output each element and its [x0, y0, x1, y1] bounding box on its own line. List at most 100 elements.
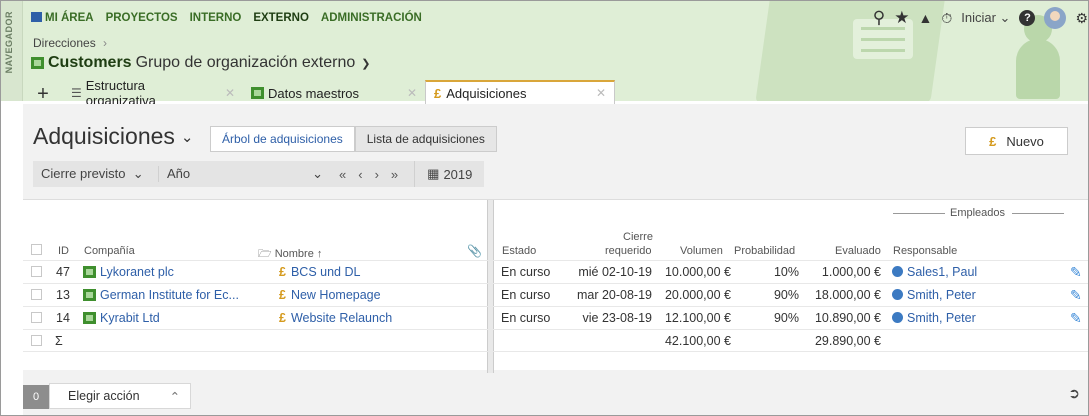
row-probability: 90%	[773, 288, 799, 302]
breadcrumb-item[interactable]: Direcciones	[33, 36, 96, 50]
col-volume[interactable]: Volumen	[680, 245, 723, 257]
breadcrumb-separator: ›	[103, 36, 108, 50]
tab-datos-maestros[interactable]: Datos maestros ✕	[243, 82, 425, 104]
tab-arbol-adquisiciones[interactable]: Árbol de adquisiciones	[210, 126, 355, 152]
col-company[interactable]: Compañía	[84, 245, 135, 257]
table-row[interactable]: 14 Kyrabit Ltd £ Website Relaunch En curs…	[23, 306, 1088, 329]
prev-period-button[interactable]: ‹	[358, 167, 362, 182]
chevron-up-icon: ⌃	[169, 389, 181, 404]
last-period-button[interactable]: »	[391, 167, 398, 182]
row-company[interactable]: German Institute for Ec...	[83, 288, 239, 302]
view-switch: Árbol de adquisiciones Lista de adquisic…	[210, 126, 497, 152]
context-selector[interactable]: Customers Grupo de organización externo …	[31, 54, 371, 72]
stopwatch-icon[interactable]: ⏱	[941, 10, 952, 27]
chevron-down-icon: ⌄	[180, 128, 194, 146]
money-icon: £	[279, 265, 286, 279]
choose-action-dropdown[interactable]: Elegir acción ⌃	[49, 383, 191, 409]
nav-administracion[interactable]: ADMINISTRACIÓN	[321, 12, 422, 24]
app-window: NAVEGADOR MI ÁREA PROYECTOS INTERNO EXTE…	[0, 0, 1089, 416]
first-period-button[interactable]: «	[339, 167, 346, 182]
company-icon	[83, 312, 96, 324]
next-period-button[interactable]: ›	[375, 167, 379, 182]
header-tools: ⚲ ★ ▲ ⏱ Iniciar ⌄ ? ⚙	[873, 7, 1088, 29]
attachment-icon[interactable]: 📎	[467, 244, 482, 258]
context-name: Customers	[48, 54, 132, 71]
page-title[interactable]: Adquisiciones ⌄	[33, 123, 194, 150]
row-close-date: mar 20-08-19	[576, 288, 652, 302]
row-volume: 12.100,00 €	[664, 311, 731, 325]
row-name[interactable]: £ BCS und DL	[279, 265, 360, 279]
totals-checkbox[interactable]	[31, 335, 42, 346]
money-icon: £	[989, 133, 997, 149]
row-company[interactable]: Kyrabit Ltd	[83, 311, 160, 325]
filter-field-select[interactable]: Cierre previsto ⌄	[33, 166, 159, 182]
col-close-top[interactable]: Cierre	[623, 231, 653, 243]
row-probability: 90%	[773, 311, 799, 325]
navigator-rail[interactable]: NAVEGADOR	[1, 1, 23, 101]
user-icon	[892, 289, 903, 300]
tab-lista-adquisiciones[interactable]: Lista de adquisiciones	[354, 126, 497, 152]
nav-proyectos[interactable]: PROYECTOS	[106, 12, 178, 24]
money-icon: £	[434, 85, 442, 101]
total-volume: 42.100,00 €	[664, 334, 731, 348]
edit-icon[interactable]: ✎	[1070, 264, 1082, 281]
company-icon	[83, 266, 96, 278]
user-icon	[892, 266, 903, 277]
row-checkbox[interactable]	[31, 312, 42, 323]
avatar[interactable]	[1044, 7, 1067, 29]
row-probability: 10%	[773, 265, 799, 279]
nav-mi-area[interactable]: MI ÁREA	[31, 12, 94, 24]
new-button[interactable]: £ Nuevo	[965, 127, 1068, 155]
bell-icon[interactable]: ▲	[918, 10, 932, 26]
filter-period-select[interactable]: Año ⌄	[159, 166, 329, 182]
money-icon: £	[279, 311, 286, 325]
nav-interno[interactable]: INTERNO	[190, 12, 242, 24]
row-state: En curso	[501, 311, 551, 325]
table-row[interactable]: 13 German Institute for Ec... £ New Homep…	[23, 283, 1088, 306]
col-close[interactable]: requerido	[605, 245, 651, 257]
col-probability[interactable]: Probabilidad	[734, 245, 795, 257]
context-type: Grupo de organización externo	[135, 54, 356, 71]
row-responsible[interactable]: Smith, Peter	[892, 288, 976, 302]
breadcrumb[interactable]: Direcciones ›	[33, 36, 107, 50]
close-icon[interactable]: ✕	[407, 86, 417, 100]
tab-estructura-organizativa[interactable]: ☰ Estructura organizativa ✕	[63, 78, 243, 108]
select-all-checkbox[interactable]	[31, 244, 42, 255]
add-tab-button[interactable]: +	[23, 84, 63, 104]
search-icon[interactable]: ⚲	[873, 8, 885, 28]
col-evaluated[interactable]: Evaluado	[835, 245, 881, 257]
row-company[interactable]: Lykoranet plc	[83, 265, 174, 279]
chevron-down-icon: ❯	[361, 57, 371, 70]
row-name[interactable]: £ New Homepage	[279, 288, 381, 302]
edit-icon[interactable]: ✎	[1070, 310, 1082, 327]
row-state: En curso	[501, 288, 551, 302]
row-evaluated: 1.000,00 €	[821, 265, 881, 279]
year-picker[interactable]: ▦ 2019	[414, 161, 484, 187]
row-responsible[interactable]: Smith, Peter	[892, 311, 976, 325]
help-icon[interactable]: ?	[1019, 10, 1036, 26]
export-icon[interactable]: ➲	[1068, 385, 1080, 402]
row-checkbox[interactable]	[31, 266, 42, 277]
row-close-date: mié 02-10-19	[578, 265, 652, 279]
company-icon	[83, 289, 96, 301]
row-evaluated: 18.000,00 €	[814, 288, 881, 302]
nav-externo[interactable]: EXTERNO	[253, 12, 309, 24]
row-name[interactable]: £ Website Relaunch	[279, 311, 392, 325]
area-icon	[31, 12, 42, 22]
edit-icon[interactable]: ✎	[1070, 287, 1082, 304]
close-icon[interactable]: ✕	[596, 86, 606, 100]
table-row[interactable]: 47 Lykoranet plc £ BCS und DL En curso mi…	[23, 260, 1088, 283]
row-checkbox[interactable]	[31, 289, 42, 300]
tab-adquisiciones[interactable]: £ Adquisiciones ✕	[425, 80, 615, 104]
top-navigation: MI ÁREA PROYECTOS INTERNO EXTERNO ADMINI…	[31, 12, 422, 24]
user-icon	[892, 312, 903, 323]
settings-icon[interactable]: ⚙	[1075, 10, 1088, 27]
row-responsible[interactable]: Sales1, Paul	[892, 265, 977, 279]
star-icon[interactable]: ★	[894, 8, 909, 28]
col-responsible[interactable]: Responsable	[893, 245, 957, 257]
col-state[interactable]: Estado	[502, 245, 536, 257]
col-id[interactable]: ID	[58, 245, 69, 257]
start-menu[interactable]: Iniciar ⌄	[961, 10, 1010, 26]
close-icon[interactable]: ✕	[225, 86, 235, 100]
row-volume: 10.000,00 €	[664, 265, 731, 279]
